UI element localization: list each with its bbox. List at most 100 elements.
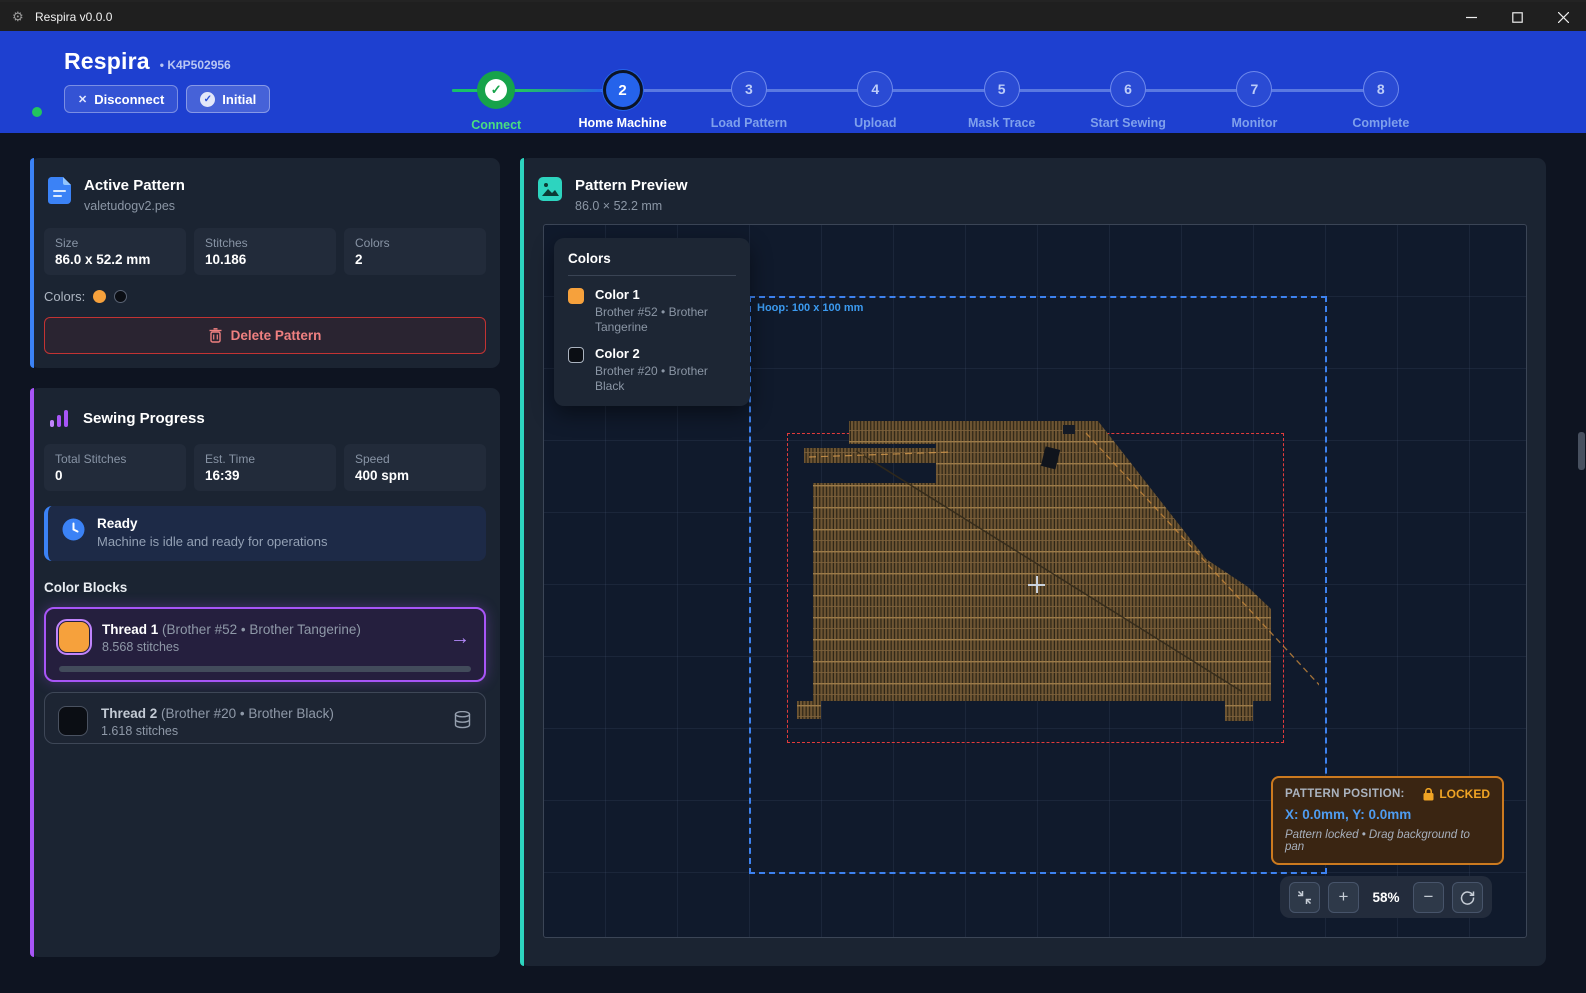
step-mask-circle: 5	[984, 71, 1020, 107]
step-connect-label: Connect	[471, 118, 521, 132]
stat-total-label: Total Stitches	[55, 452, 175, 466]
pattern-coordinates: X: 0.0mm, Y: 0.0mm	[1285, 807, 1490, 822]
step-connect[interactable]: ✓ Connect	[433, 71, 559, 132]
arrow-right-icon: →	[450, 627, 470, 650]
pattern-preview-dims: 86.0 × 52.2 mm	[575, 199, 688, 213]
thread-2-swatch	[58, 706, 88, 736]
fit-to-screen-button[interactable]	[1289, 882, 1320, 913]
stat-colors-label: Colors	[355, 236, 475, 250]
disconnect-button[interactable]: ✕ Disconnect	[64, 85, 178, 113]
colors-legend-title: Colors	[568, 251, 736, 276]
step-start-sewing[interactable]: 6 Start Sewing	[1065, 71, 1191, 132]
close-button[interactable]	[1540, 2, 1586, 33]
step-home-machine[interactable]: 2 Home Machine	[559, 71, 685, 132]
initial-label: Initial	[222, 92, 256, 107]
active-pattern-card: Active Pattern valetudogv2.pes Size 86.0…	[30, 158, 500, 368]
thread-1-detail: (Brother #52 • Brother Tangerine)	[162, 622, 361, 637]
sewing-progress-card: Sewing Progress Total Stitches 0 Est. Ti…	[30, 388, 500, 957]
delete-pattern-label: Delete Pattern	[231, 328, 322, 343]
step-home-circle: 2	[603, 70, 643, 110]
thread-1-stitches: 8.568 stitches	[102, 640, 361, 654]
legend-color-2: Color 2 Brother #20 • Brother Black	[568, 346, 736, 394]
step-upload-circle: 4	[857, 71, 893, 107]
refresh-icon	[1460, 890, 1475, 905]
step-complete[interactable]: 8 Complete	[1318, 71, 1444, 132]
legend-color-2-desc: Brother #20 • Brother Black	[595, 364, 736, 394]
initial-button[interactable]: ✓ Initial	[186, 85, 270, 113]
step-mask-label: Mask Trace	[968, 116, 1035, 130]
stat-stitches: Stitches 10.186	[194, 228, 336, 275]
zoom-controls: + 58% −	[1280, 876, 1492, 918]
pattern-position-overlay: PATTERN POSITION: LOCKED X: 0.0mm, Y: 0.…	[1271, 776, 1504, 865]
step-load-pattern[interactable]: 3 Load Pattern	[686, 71, 812, 132]
trash-icon	[209, 328, 222, 343]
step-complete-label: Complete	[1352, 116, 1409, 130]
sewing-progress-accent-edge	[30, 388, 34, 957]
thread-2-block[interactable]: Thread 2 (Brother #20 • Brother Black) 1…	[44, 692, 486, 744]
zoom-out-button[interactable]: −	[1413, 882, 1444, 913]
step-home-label: Home Machine	[578, 116, 666, 130]
active-pattern-title: Active Pattern	[84, 177, 185, 194]
maximize-button[interactable]	[1494, 2, 1540, 33]
active-pattern-accent-edge	[30, 158, 34, 368]
machine-status-desc: Machine is idle and ready for operations	[97, 534, 328, 549]
pattern-position-hint: Pattern locked • Drag background to pan	[1285, 829, 1490, 853]
stat-speed-value: 400 spm	[355, 468, 475, 483]
stat-colors-value: 2	[355, 252, 475, 267]
hoop-label: Hoop: 100 x 100 mm	[757, 302, 863, 314]
thread-1-progress-bar	[59, 666, 471, 672]
stat-colors: Colors 2	[344, 228, 486, 275]
stat-size-value: 86.0 x 52.2 mm	[55, 252, 175, 267]
pattern-preview-card: Pattern Preview 86.0 × 52.2 mm Hoop: 100…	[520, 158, 1546, 966]
stat-speed: Speed 400 spm	[344, 444, 486, 491]
clock-icon	[62, 518, 85, 541]
step-complete-circle: 8	[1363, 71, 1399, 107]
zoom-in-button[interactable]: +	[1328, 882, 1359, 913]
delete-pattern-button[interactable]: Delete Pattern	[44, 317, 486, 354]
minimize-button[interactable]	[1448, 2, 1494, 33]
step-monitor[interactable]: 7 Monitor	[1191, 71, 1317, 132]
plus-icon: +	[1339, 887, 1349, 907]
workflow-stepper: ✓ Connect 2 Home Machine 3 Load Pattern …	[433, 71, 1444, 133]
check-icon: ✓	[485, 79, 507, 101]
step-load-circle: 3	[731, 71, 767, 107]
stat-time-label: Est. Time	[205, 452, 325, 466]
initial-check-icon: ✓	[200, 92, 215, 107]
pattern-position-label: PATTERN POSITION:	[1285, 788, 1405, 800]
legend-color-1-name: Color 1	[595, 287, 736, 302]
disconnect-label: Disconnect	[94, 92, 164, 107]
image-icon	[538, 177, 562, 201]
color-dot-black	[114, 290, 127, 303]
disconnect-x-icon: ✕	[78, 93, 87, 106]
thread-1-block[interactable]: Thread 1 (Brother #52 • Brother Tangerin…	[44, 607, 486, 682]
stat-stitches-label: Stitches	[205, 236, 325, 250]
legend-color-1: Color 1 Brother #52 • Brother Tangerine	[568, 287, 736, 335]
machine-status-title: Ready	[97, 516, 328, 531]
minus-icon: −	[1424, 887, 1434, 907]
brand-separator: •	[160, 58, 164, 72]
preview-canvas[interactable]: Hoop: 100 x 100 mm Colors	[543, 224, 1527, 938]
app-header: Respira • K4P502956 ✕ Disconnect ✓ Initi…	[0, 31, 1586, 133]
legend-color-2-name: Color 2	[595, 346, 736, 361]
locked-badge: LOCKED	[1439, 787, 1490, 801]
reset-view-button[interactable]	[1452, 882, 1483, 913]
legend-color-2-swatch	[568, 347, 584, 363]
app-logo-icon: ⚙	[12, 10, 26, 24]
step-mask-trace[interactable]: 5 Mask Trace	[939, 71, 1065, 132]
embroidery-pattern[interactable]	[774, 415, 1319, 745]
window-scrollbar-thumb[interactable]	[1578, 432, 1585, 470]
stat-size-label: Size	[55, 236, 175, 250]
step-upload-label: Upload	[854, 116, 896, 130]
brand-name: Respira	[64, 48, 150, 75]
stat-total-stitches: Total Stitches 0	[44, 444, 186, 491]
legend-color-1-desc: Brother #52 • Brother Tangerine	[595, 305, 736, 335]
step-upload[interactable]: 4 Upload	[812, 71, 938, 132]
lock-icon	[1423, 788, 1434, 801]
bar-chart-icon	[48, 407, 70, 429]
step-monitor-label: Monitor	[1232, 116, 1278, 130]
color-blocks-label: Color Blocks	[30, 580, 500, 595]
thread-2-stitches: 1.618 stitches	[101, 724, 334, 738]
thread-1-swatch	[59, 622, 89, 652]
stat-stitches-value: 10.186	[205, 252, 325, 267]
titlebar: ⚙ Respira v0.0.0	[0, 0, 1586, 31]
